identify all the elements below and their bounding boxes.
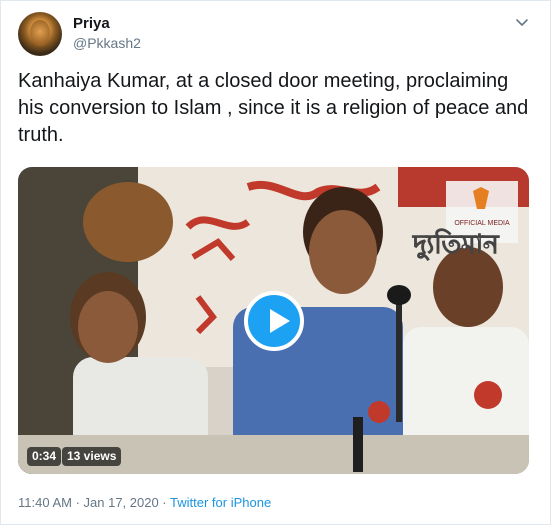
official-media-label: OFFICIAL MEDIA bbox=[454, 220, 510, 227]
video-player[interactable]: OFFICIAL MEDIA দ্যুতিমান 0:34 13 views bbox=[18, 167, 529, 474]
tweet-card: Priya @Pkkash2 Kanhaiya Kumar, at a clos… bbox=[0, 0, 551, 525]
view-count: 13 views bbox=[62, 447, 122, 466]
chevron-down-icon[interactable] bbox=[515, 15, 529, 29]
play-button[interactable] bbox=[244, 291, 304, 351]
tweet-text: Kanhaiya Kumar, at a closed door meeting… bbox=[18, 70, 529, 146]
source-link[interactable]: Twitter for iPhone bbox=[170, 495, 271, 510]
watermark-text: দ্যুতিমান bbox=[412, 228, 500, 261]
user-handle[interactable]: @Pkkash2 bbox=[73, 35, 141, 51]
avatar[interactable] bbox=[18, 12, 62, 56]
display-name[interactable]: Priya bbox=[73, 15, 110, 32]
timestamp[interactable]: 11:40 AM · Jan 17, 2020 · bbox=[18, 495, 170, 510]
avatar-face bbox=[30, 20, 50, 46]
tweet-metadata: 11:40 AM · Jan 17, 2020 · Twitter for iP… bbox=[18, 495, 271, 510]
video-duration: 0:34 bbox=[27, 447, 62, 466]
